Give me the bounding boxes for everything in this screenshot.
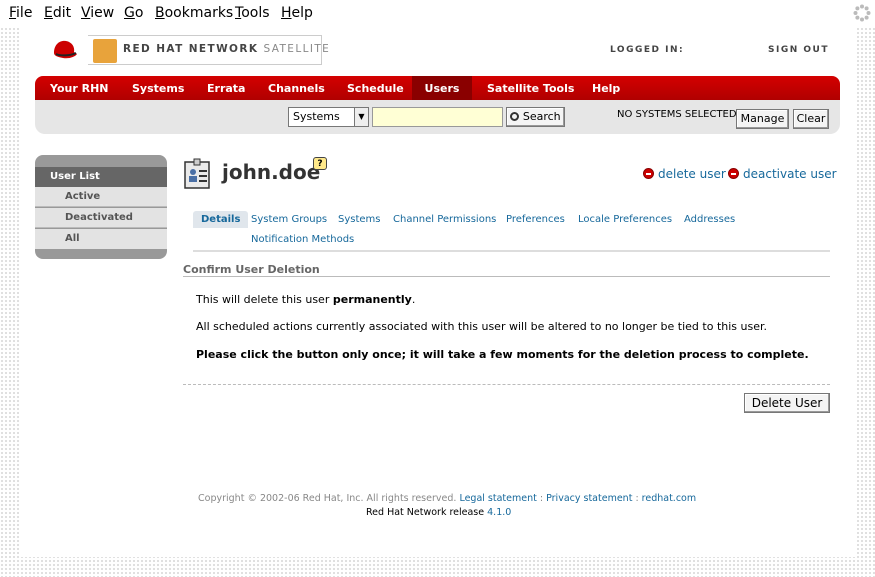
magnifier-icon xyxy=(510,112,520,121)
delete-user-link[interactable]: delete user xyxy=(643,167,726,181)
nav-satellite-tools[interactable]: Satellite Tools xyxy=(487,76,574,100)
brand-light: SATELLITE xyxy=(263,43,331,55)
search-type-value: Systems xyxy=(293,110,340,123)
main-nav: Your RHN Systems Errata Channels Schedul… xyxy=(35,76,840,100)
nav-systems[interactable]: Systems xyxy=(132,76,184,100)
search-input[interactable] xyxy=(372,107,503,127)
dashed-divider xyxy=(183,384,830,385)
p1-bold: permanently xyxy=(332,293,412,306)
legal-link[interactable]: Legal statement xyxy=(459,493,536,504)
sign-out-link[interactable]: SIGN OUT xyxy=(768,45,829,55)
brand-bold: RED HAT NETWORK xyxy=(123,43,259,55)
privacy-link[interactable]: Privacy statement xyxy=(546,493,632,504)
tab-preferences[interactable]: Preferences xyxy=(506,214,565,225)
minus-circle-icon xyxy=(643,168,654,179)
menu-go[interactable]: Go xyxy=(124,5,143,21)
menu-view[interactable]: View xyxy=(81,5,114,21)
throbber-icon xyxy=(853,4,871,22)
sidebar-item-all[interactable]: All xyxy=(35,229,167,249)
menu-help[interactable]: Help xyxy=(281,5,313,21)
permanent-warning: This will delete this user permanently. xyxy=(196,293,415,306)
logged-in-label: LOGGED IN: xyxy=(610,45,685,55)
tab-locale-preferences[interactable]: Locale Preferences xyxy=(578,214,672,225)
nav-schedule[interactable]: Schedule xyxy=(347,76,404,100)
sep: : xyxy=(632,493,642,504)
search-type-select[interactable]: Systems ▼ xyxy=(288,107,369,127)
section-title: Confirm User Deletion xyxy=(183,263,320,276)
manage-button[interactable]: Manage xyxy=(736,109,789,129)
tab-addresses[interactable]: Addresses xyxy=(684,214,735,225)
delete-user-button[interactable]: Delete User xyxy=(744,393,830,413)
menu-tools[interactable]: Tools xyxy=(235,5,270,21)
p1-pre: This will delete this user xyxy=(196,293,333,306)
menu-bookmarks[interactable]: Bookmarks xyxy=(155,5,233,21)
release-label: Red Hat Network release xyxy=(366,507,488,518)
redhat-logo-icon[interactable] xyxy=(50,35,80,65)
nav-errata[interactable]: Errata xyxy=(207,76,245,100)
nav-channels[interactable]: Channels xyxy=(268,76,325,100)
sidebar: User List Active Deactivated All xyxy=(35,155,167,259)
minus-circle-icon xyxy=(728,168,739,179)
tab-details[interactable]: Details xyxy=(193,211,249,228)
menu-file[interactable]: File xyxy=(9,5,32,21)
release-version-link[interactable]: 4.1.0 xyxy=(487,507,511,518)
browser-menubar: File Edit View Go Bookmarks Tools Help xyxy=(0,0,875,27)
search-button-label: Search xyxy=(522,110,561,123)
scheduled-actions-note: All scheduled actions currently associat… xyxy=(196,320,767,333)
deactivate-user-link[interactable]: deactivate user xyxy=(728,167,837,181)
section-divider xyxy=(183,276,830,277)
satellite-logo-icon xyxy=(93,39,117,63)
redhat-link[interactable]: redhat.com xyxy=(642,493,696,504)
tab-system-groups[interactable]: System Groups xyxy=(251,214,327,225)
delete-user-label: delete user xyxy=(658,167,726,181)
search-button[interactable]: Search xyxy=(506,107,565,127)
p1-post: . xyxy=(411,293,416,306)
no-systems-selected: NO SYSTEMS SELECTED xyxy=(617,109,737,120)
sep: : xyxy=(536,493,547,504)
release-line: Red Hat Network release 4.1.0 xyxy=(366,507,511,518)
nav-users[interactable]: Users xyxy=(412,76,472,100)
tab-divider xyxy=(193,250,830,252)
tab-systems[interactable]: Systems xyxy=(338,214,381,225)
deactivate-user-label: deactivate user xyxy=(743,167,837,181)
menu-edit[interactable]: Edit xyxy=(44,5,71,21)
brand-text: RED HAT NETWORK SATELLITE xyxy=(123,43,330,55)
tab-notification-methods[interactable]: Notification Methods xyxy=(251,234,354,245)
footer-links: Copyright © 2002-06 Red Hat, Inc. All ri… xyxy=(198,493,696,504)
sidebar-heading[interactable]: User List xyxy=(35,167,167,187)
page-title: john.doe xyxy=(222,160,321,184)
nav-help[interactable]: Help xyxy=(592,76,620,100)
tab-channel-permissions[interactable]: Channel Permissions xyxy=(393,214,496,225)
sidebar-item-active[interactable]: Active xyxy=(35,187,167,207)
sidebar-item-deactivated[interactable]: Deactivated xyxy=(35,208,167,228)
clear-button[interactable]: Clear xyxy=(793,109,829,129)
chevron-down-icon[interactable]: ▼ xyxy=(354,108,368,126)
click-once-note: Please click the button only once; it wi… xyxy=(196,348,809,361)
copyright: Copyright © 2002-06 Red Hat, Inc. All ri… xyxy=(198,493,457,504)
nav-your-rhn[interactable]: Your RHN xyxy=(50,76,108,100)
user-badge-icon xyxy=(184,158,210,189)
help-icon[interactable]: ? xyxy=(313,157,327,170)
